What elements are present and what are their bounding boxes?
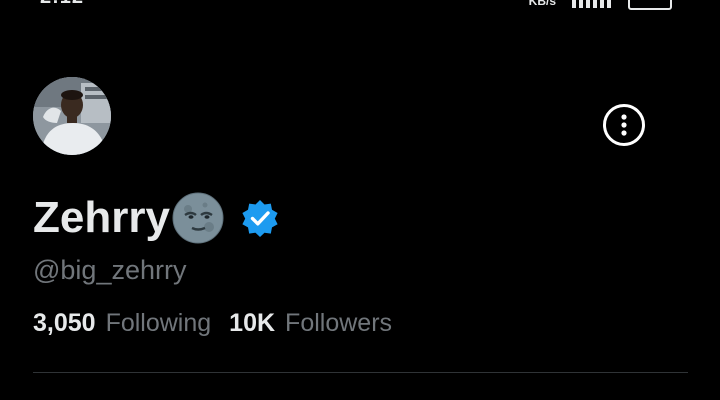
- verified-badge-icon[interactable]: [240, 198, 280, 238]
- display-name: Zehrry: [33, 193, 170, 242]
- status-bar: 2:12 KB/s: [0, 0, 720, 10]
- status-indicators: KB/s: [529, 0, 672, 10]
- followers-label: Followers: [285, 309, 393, 337]
- signal-bars-icon: [572, 0, 612, 8]
- followers-link[interactable]: 10K Followers: [229, 306, 392, 340]
- followers-count: 10K: [229, 309, 276, 337]
- follow-stats: 3,050 Following 10K Followers: [33, 306, 392, 340]
- network-speed: KB/s: [528, 0, 556, 8]
- following-count: 3,050: [33, 309, 96, 337]
- avatar[interactable]: [33, 77, 111, 155]
- profile-handle: @big_zehrry: [33, 255, 187, 285]
- status-time: 2:12: [40, 0, 84, 9]
- more-options-button[interactable]: [603, 104, 645, 146]
- following-label: Following: [105, 309, 212, 337]
- battery-icon: [628, 0, 672, 10]
- more-options-icon: [621, 114, 627, 136]
- avatar-photo: [33, 77, 111, 155]
- following-link[interactable]: 3,050 Following: [33, 306, 211, 340]
- divider: [33, 372, 688, 373]
- new-moon-face-emoji-icon: [172, 192, 224, 244]
- profile-name-row: Zehrry: [33, 190, 280, 246]
